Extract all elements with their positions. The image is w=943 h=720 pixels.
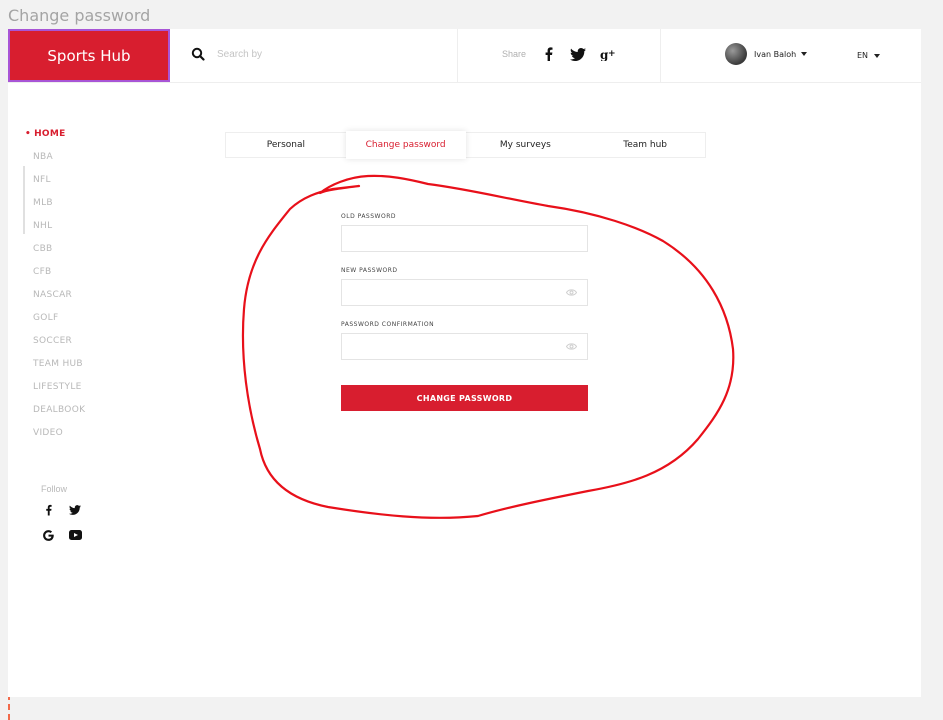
chevron-down-icon[interactable] (801, 52, 808, 56)
new-password-label: NEW PASSWORD (341, 267, 398, 274)
share-label: Share (502, 49, 527, 59)
sidebar-item-nfl[interactable]: NFL (33, 175, 85, 198)
search-icon[interactable] (191, 47, 205, 61)
chevron-down-icon[interactable] (874, 53, 881, 58)
sidebar-scroll-indicator[interactable] (23, 166, 25, 234)
search-input[interactable] (215, 47, 419, 61)
logo[interactable]: Sports Hub (8, 29, 170, 82)
sidebar-item-video[interactable]: VIDEO (33, 428, 85, 451)
tab-my-surveys[interactable]: My surveys (466, 133, 586, 157)
sidebar-item-soccer[interactable]: SOCCER (33, 336, 85, 359)
avatar[interactable] (725, 43, 747, 65)
sidebar-item-golf[interactable]: GOLF (33, 313, 85, 336)
tab-team-hub[interactable]: Team hub (585, 133, 705, 157)
youtube-icon[interactable] (68, 528, 82, 542)
svg-text:+: + (608, 49, 616, 59)
change-password-form: OLD PASSWORD NEW PASSWORD PASSWORD CONFI… (341, 213, 588, 411)
confirm-password-label: PASSWORD CONFIRMATION (341, 321, 435, 328)
facebook-icon[interactable] (540, 46, 556, 62)
confirm-password-field-box (341, 333, 588, 360)
new-password-field-box (341, 279, 588, 306)
language-selector[interactable]: EN (857, 51, 881, 60)
sidebar-item-lifestyle[interactable]: LIFESTYLE (33, 382, 85, 405)
follow-section: Follow (41, 484, 95, 553)
old-password-field[interactable] (342, 226, 578, 249)
tab-personal[interactable]: Personal (226, 133, 346, 157)
google-icon[interactable] (41, 528, 55, 542)
eye-icon[interactable] (566, 288, 577, 297)
follow-label: Follow (41, 484, 68, 494)
header: Sports Hub Share g+ Ivan Baloh (8, 29, 921, 83)
change-password-button[interactable]: CHANGE PASSWORD (341, 385, 588, 411)
frame-title: Change password (8, 6, 151, 25)
old-password-field-box (341, 225, 588, 252)
search-bar (191, 47, 419, 61)
user-name[interactable]: Ivan Baloh (754, 50, 796, 59)
tab-change-password[interactable]: Change password (345, 131, 466, 159)
sidebar-item-nascar[interactable]: NASCAR (33, 290, 85, 313)
sidebar-item-team-hub[interactable]: TEAM HUB (33, 359, 85, 382)
sidebar-item-mlb[interactable]: MLB (33, 198, 85, 221)
sidebar-item-nba[interactable]: NBA (33, 152, 85, 175)
sidebar: HOME NBA NFL MLB NHL CBB CFB NASCAR GOLF… (33, 129, 85, 451)
old-password-label: OLD PASSWORD (341, 213, 396, 220)
eye-icon[interactable] (566, 342, 577, 351)
language-label[interactable]: EN (857, 51, 868, 60)
confirm-password-field[interactable] (342, 334, 578, 357)
header-divider (457, 29, 458, 82)
follow-row (41, 528, 95, 542)
sidebar-item-dealbook[interactable]: DEALBOOK (33, 405, 85, 428)
profile-tabs: Personal Change password My surveys Team… (225, 131, 706, 159)
follow-row (41, 503, 95, 517)
user-menu[interactable]: Ivan Baloh (725, 43, 808, 65)
google-plus-icon[interactable]: g + (600, 46, 616, 62)
page: Sports Hub Share g+ Ivan Baloh (8, 29, 921, 697)
facebook-icon[interactable] (41, 503, 55, 517)
twitter-icon[interactable] (570, 46, 587, 62)
header-divider (660, 29, 661, 82)
twitter-icon[interactable] (68, 503, 82, 517)
share-group: Share g + (502, 46, 630, 62)
sidebar-item-cbb[interactable]: CBB (33, 244, 85, 267)
sidebar-item-home[interactable]: HOME (25, 129, 85, 152)
sidebar-item-cfb[interactable]: CFB (33, 267, 85, 290)
new-password-field[interactable] (342, 280, 578, 303)
sidebar-item-nhl[interactable]: NHL (33, 221, 85, 244)
